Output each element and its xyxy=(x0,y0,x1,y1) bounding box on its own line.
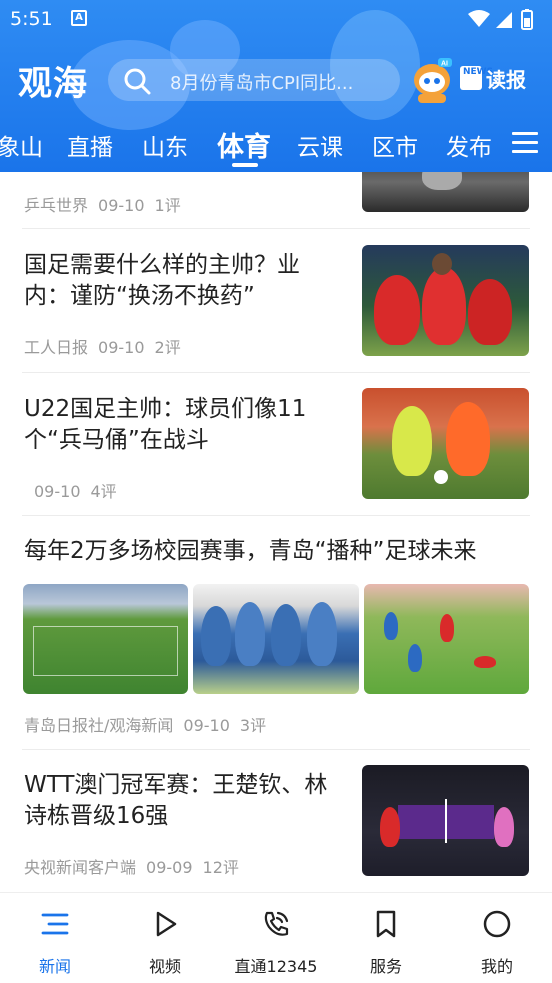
article-thumbnail xyxy=(193,584,359,694)
article-title: U22国足主帅：球员们像11个“兵马俑”在战斗 xyxy=(24,396,307,453)
article-meta: 青岛日报社/观海新闻 09-10 3评 xyxy=(24,712,266,736)
article-thumbnail xyxy=(362,388,529,499)
status-icons xyxy=(468,9,533,30)
article-comments: 1评 xyxy=(154,196,181,215)
article-date: 09-10 xyxy=(34,482,81,501)
article-thumbnail xyxy=(23,584,188,694)
nav-news[interactable]: 新闻 xyxy=(0,893,110,983)
divider xyxy=(22,515,530,516)
profile-icon xyxy=(483,910,511,938)
article-meta: 央视新闻客户端 09-09 12评 xyxy=(24,854,239,878)
article-date: 09-10 xyxy=(98,196,145,215)
article-source: 乒乓世界 xyxy=(24,196,89,215)
status-time: 5:51 xyxy=(10,8,53,30)
article-meta: 乒乓世界 09-10 1评 xyxy=(24,192,181,216)
ai-assistant-icon[interactable]: AI xyxy=(410,56,454,104)
nav-hotline-label: 直通12345 xyxy=(234,957,318,976)
article-thumbnail xyxy=(362,765,529,876)
active-tab-indicator xyxy=(232,163,258,167)
tab-cloud-class[interactable]: 云课 xyxy=(297,128,343,162)
article-title: 国足需要什么样的主帅？业内：谨防“换汤不换药” xyxy=(24,252,300,309)
newspaper-icon: NEWS xyxy=(460,66,493,90)
article-thumbnail xyxy=(362,245,529,356)
tab-districts[interactable]: 区市 xyxy=(372,128,418,162)
bottom-navigation: 新闻 视频 直通12345 服务 我的 xyxy=(0,892,552,983)
divider xyxy=(22,228,530,229)
nav-hotline[interactable]: 直通12345 xyxy=(221,893,331,983)
nav-news-label: 新闻 xyxy=(38,957,71,976)
article-comments: 2评 xyxy=(154,338,181,357)
nav-services-label: 服务 xyxy=(369,957,402,976)
divider xyxy=(22,372,530,373)
channel-menu-icon[interactable] xyxy=(512,132,538,154)
article-date: 09-10 xyxy=(183,716,230,735)
top-header: 5:51 A 观海 8月份青岛市CPI同比... AI NEWS 读报 象山 直… xyxy=(0,0,552,172)
news-feed: 乒乓世界 09-10 1评 国足需要什么样的主帅？业内：谨防“换汤不换药” 工人日报… xyxy=(0,172,552,892)
search-icon xyxy=(124,68,151,95)
article-comments: 12评 xyxy=(202,858,239,877)
play-icon xyxy=(156,911,177,937)
article-date: 09-10 xyxy=(98,338,145,357)
article-source: 央视新闻客户端 xyxy=(24,858,137,877)
status-bar: 5:51 A xyxy=(0,0,552,38)
article-source: 工人日报 xyxy=(24,338,89,357)
article-source: 青岛日报社/观海新闻 xyxy=(24,716,174,735)
phone-icon xyxy=(264,911,289,936)
tab-live[interactable]: 直播 xyxy=(67,128,113,162)
nav-video[interactable]: 视频 xyxy=(110,893,220,983)
nav-profile-label: 我的 xyxy=(480,957,513,976)
tab-release[interactable]: 发布 xyxy=(446,128,492,162)
read-newspaper-button[interactable]: NEWS 读报 xyxy=(458,64,538,94)
bookmark-icon xyxy=(376,910,396,938)
channel-tabs: 象山 直播 山东 体育 云课 区市 发布 xyxy=(0,124,552,168)
tab-shandong[interactable]: 山东 xyxy=(142,128,188,162)
article-thumbnail xyxy=(362,172,529,212)
search-placeholder: 8月份青岛市CPI同比... xyxy=(170,73,354,94)
divider xyxy=(22,749,530,750)
signal-icon xyxy=(496,12,512,28)
svg-text:AI: AI xyxy=(441,61,448,68)
article-comments: 3评 xyxy=(239,716,267,735)
app-logo: 观海 xyxy=(18,64,88,104)
read-newspaper-label: 读报 xyxy=(486,68,526,92)
article-comments: 4评 xyxy=(90,482,117,501)
notification-icon: A xyxy=(71,10,87,26)
nav-profile[interactable]: 我的 xyxy=(442,893,552,983)
article-meta: 工人日报 09-10 2评 xyxy=(24,334,181,358)
article-thumbnail xyxy=(364,584,529,694)
nav-services[interactable]: 服务 xyxy=(331,893,441,983)
article-meta: 09-10 4评 xyxy=(34,478,117,502)
article-title: WTT澳门冠军赛：王楚钦、林诗栋晋级16强 xyxy=(24,772,328,829)
nav-video-label: 视频 xyxy=(148,957,181,976)
search-bar[interactable]: 8月份青岛市CPI同比... xyxy=(108,59,400,101)
wifi-icon xyxy=(468,10,490,27)
tab-xiangshan[interactable]: 象山 xyxy=(0,128,43,162)
article-title: 每年2万多场校园赛事，青岛“播种”足球未来 xyxy=(24,538,477,564)
news-list-icon xyxy=(41,913,69,935)
tab-sports[interactable]: 体育 xyxy=(217,125,271,164)
article-date: 09-09 xyxy=(146,858,193,877)
